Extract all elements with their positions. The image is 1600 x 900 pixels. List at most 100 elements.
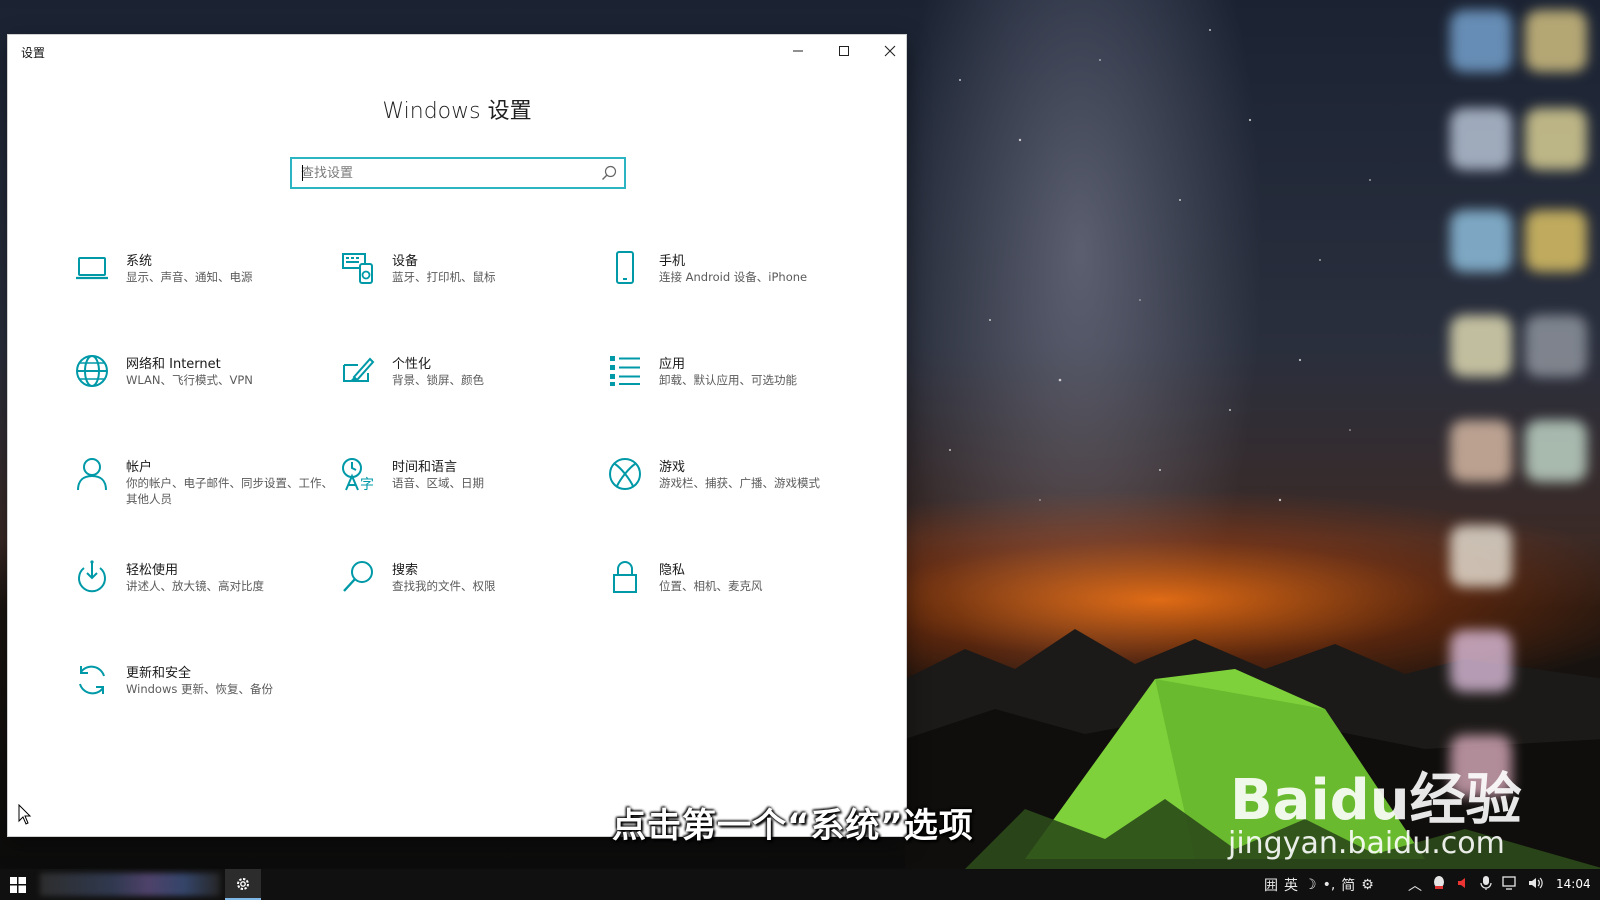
tile-personalization[interactable]: 个性化 背景、锁屏、颜色 — [340, 353, 580, 423]
ease-of-access-icon — [74, 559, 110, 595]
maximize-button[interactable] — [821, 35, 867, 67]
tile-update-security[interactable]: 更新和安全 Windows 更新、恢复、备份 — [74, 662, 314, 732]
mouse-cursor-icon — [18, 804, 32, 825]
title-bar[interactable]: 设置 — [8, 35, 906, 67]
close-button[interactable] — [867, 35, 913, 67]
phone-icon — [607, 250, 643, 286]
tile-ease-of-access[interactable]: 轻松使用 讲述人、放大镜、高对比度 — [74, 559, 314, 629]
tile-title: 系统 — [126, 254, 153, 269]
start-button[interactable] — [0, 869, 36, 900]
baidu-watermark-logo: Baidu经验 — [1230, 768, 1522, 833]
tile-description: 显示、声音、通知、电源 — [126, 270, 253, 284]
desktop-icon-blur — [1450, 108, 1512, 170]
tile-time-language[interactable]: 字 时间和语言 语音、区域、日期 — [340, 456, 580, 526]
desktop-icon-blur — [1450, 10, 1512, 72]
tile-privacy[interactable]: 隐私 位置、相机、麦克风 — [607, 559, 847, 629]
tile-title: 应用 — [659, 357, 686, 372]
tile-accounts[interactable]: 帐户 你的帐户、电子邮件、同步设置、工作、其他人员 — [74, 456, 333, 526]
speaker-muted-icon[interactable] — [1456, 876, 1470, 894]
time-language-icon: 字 — [340, 456, 376, 493]
apps-list-icon — [607, 353, 643, 389]
minimize-button[interactable] — [775, 35, 821, 67]
devices-icon — [340, 250, 376, 286]
tile-description: 游戏栏、捕获、广播、游戏模式 — [659, 476, 820, 490]
settings-window: 设置 Windows 设置 系统 显示、声音、通知、电源 设备 蓝牙、打印机、 — [8, 35, 906, 836]
search-icon — [340, 559, 376, 595]
tile-description: 卸载、默认应用、可选功能 — [659, 373, 797, 387]
desktop-icon-blur — [1525, 210, 1587, 272]
tile-description: 背景、锁屏、颜色 — [392, 373, 484, 387]
tile-description: 讲述人、放大镜、高对比度 — [126, 579, 264, 593]
tile-title: 时间和语言 — [392, 460, 458, 475]
svg-text:字: 字 — [360, 477, 374, 492]
ime-simplified-toggle[interactable]: 简 — [1341, 875, 1355, 895]
person-icon — [74, 456, 110, 492]
gear-icon — [237, 877, 249, 890]
volume-icon[interactable] — [1528, 876, 1544, 894]
tile-title: 手机 — [659, 254, 686, 269]
close-icon — [884, 45, 896, 57]
tile-apps[interactable]: 应用 卸载、默认应用、可选功能 — [607, 353, 847, 423]
desktop-icon-blur — [1450, 420, 1512, 482]
text-caret — [302, 165, 303, 181]
tile-description: WLAN、飞行模式、VPN — [126, 373, 253, 387]
tile-title: 轻松使用 — [126, 563, 179, 578]
paint-icon — [340, 353, 376, 389]
desktop-icon-blur — [1450, 315, 1512, 377]
search-box[interactable] — [290, 157, 626, 189]
desktop-icon-blur — [1450, 210, 1512, 272]
desktop-icon-blur — [1525, 420, 1587, 482]
tile-description: 你的帐户、电子邮件、同步设置、工作、其他人员 — [126, 476, 333, 506]
chevron-up-icon[interactable]: ︿ — [1408, 875, 1422, 895]
desktop-icon-blur — [1450, 525, 1512, 587]
tile-system[interactable]: 系统 显示、声音、通知、电源 — [74, 250, 314, 320]
video-caption: 点击第一个“系统”选项 — [612, 806, 974, 846]
page-title: Windows 设置 — [382, 99, 532, 124]
tile-title: 游戏 — [659, 460, 686, 475]
tile-search[interactable]: 搜索 查找我的文件、权限 — [340, 559, 580, 629]
qq-icon[interactable] — [1432, 875, 1446, 895]
baidu-watermark-url: jingyan.baidu.com — [1228, 826, 1505, 861]
taskbar-apps-blur — [40, 873, 220, 896]
system-tray: ︿ — [1408, 869, 1554, 900]
desktop-icon-blur — [1525, 315, 1587, 377]
tile-title: 隐私 — [659, 563, 686, 578]
tile-description: 位置、相机、麦克风 — [659, 579, 763, 593]
update-icon — [74, 662, 110, 698]
clock[interactable]: 14:04 — [1556, 877, 1591, 891]
tile-description: Windows 更新、恢复、备份 — [126, 682, 273, 696]
tile-devices[interactable]: 设备 蓝牙、打印机、鼠标 — [340, 250, 580, 320]
tile-title: 设备 — [392, 254, 419, 269]
tile-title: 更新和安全 — [126, 666, 192, 681]
tile-description: 连接 Android 设备、iPhone — [659, 270, 808, 284]
microphone-icon[interactable] — [1480, 875, 1492, 895]
maximize-icon — [839, 46, 849, 56]
tile-description: 语音、区域、日期 — [392, 476, 484, 490]
desktop-icon-blur — [1525, 108, 1587, 170]
taskbar: 囲 英 ☽ •, 简 ⚙ ︿ 14:04 — [0, 869, 1600, 900]
tile-description: 蓝牙、打印机、鼠标 — [392, 270, 496, 284]
search-icon[interactable] — [600, 164, 618, 182]
search-input[interactable] — [292, 159, 582, 187]
windows-logo-icon — [10, 876, 26, 893]
tile-title: 帐户 — [126, 460, 153, 475]
xbox-icon — [607, 456, 643, 492]
tile-description: 查找我的文件、权限 — [392, 579, 496, 593]
ime-english-toggle[interactable]: 英 — [1284, 875, 1298, 895]
ime-moon-icon[interactable]: ☽ — [1304, 877, 1317, 893]
globe-icon — [74, 353, 110, 389]
tile-title: 搜索 — [392, 563, 419, 578]
ime-punctuation-toggle[interactable]: •, — [1323, 877, 1336, 893]
tile-gaming[interactable]: 游戏 游戏栏、捕获、广播、游戏模式 — [607, 456, 847, 526]
taskbar-settings-app[interactable] — [225, 869, 261, 900]
tile-phone[interactable]: 手机 连接 Android 设备、iPhone — [607, 250, 847, 320]
desktop-icon-blur — [1450, 630, 1512, 692]
laptop-icon — [74, 250, 110, 286]
tile-title: 网络和 Internet — [126, 357, 221, 372]
ime-toolbar[interactable]: 囲 英 ☽ •, 简 ⚙ — [1264, 869, 1380, 900]
ime-settings-icon[interactable]: ⚙ — [1361, 877, 1374, 893]
tile-network-internet[interactable]: 网络和 Internet WLAN、飞行模式、VPN — [74, 353, 314, 423]
network-icon[interactable] — [1502, 875, 1518, 894]
window-title: 设置 — [21, 46, 46, 60]
ime-grid-icon[interactable]: 囲 — [1264, 875, 1278, 895]
